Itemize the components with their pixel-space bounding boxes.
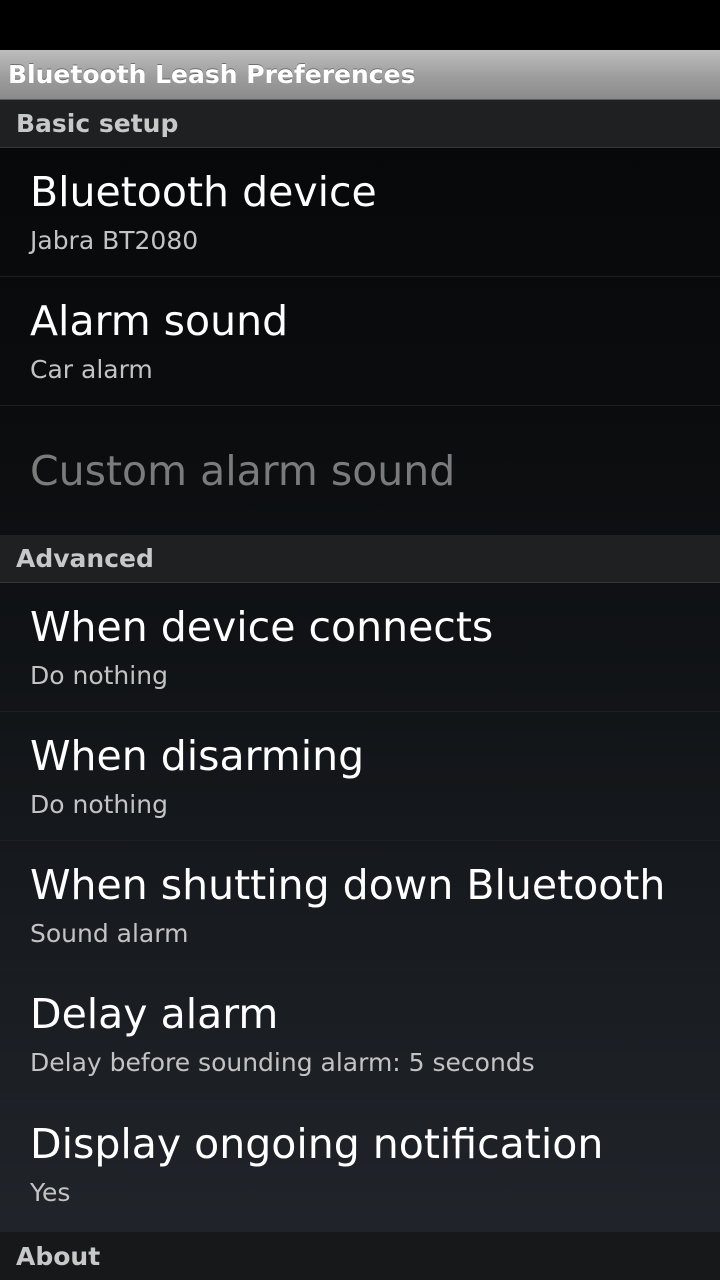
pref-display-ongoing-notification[interactable]: Display ongoing notification Yes bbox=[0, 1099, 720, 1228]
window-title: Bluetooth Leash Preferences bbox=[8, 60, 416, 89]
pref-title: Alarm sound bbox=[30, 297, 289, 345]
pref-alarm-sound[interactable]: Alarm sound Car alarm bbox=[0, 277, 720, 406]
category-basic-setup: Basic setup bbox=[0, 100, 720, 148]
pref-summary: Jabra BT2080 bbox=[30, 226, 199, 255]
pref-when-device-connects[interactable]: When device connects Do nothing bbox=[0, 583, 720, 712]
pref-bluetooth-device[interactable]: Bluetooth device Jabra BT2080 bbox=[0, 148, 720, 277]
category-label: Basic setup bbox=[16, 109, 179, 138]
pref-summary: Do nothing bbox=[30, 661, 168, 690]
status-bar bbox=[0, 0, 720, 50]
preferences-screen: Bluetooth Leash Preferences Basic setup … bbox=[0, 0, 720, 1280]
pref-delay-alarm[interactable]: Delay alarm Delay before sounding alarm:… bbox=[0, 970, 720, 1099]
category-label: Advanced bbox=[16, 544, 154, 573]
pref-title: Bluetooth device bbox=[30, 168, 377, 216]
pref-title: When disarming bbox=[30, 732, 365, 780]
category-about: About bbox=[0, 1232, 720, 1280]
pref-title: Delay alarm bbox=[30, 990, 279, 1038]
category-label: About bbox=[16, 1241, 101, 1271]
pref-title: When shutting down Bluetooth bbox=[30, 861, 666, 909]
pref-summary: Sound alarm bbox=[30, 919, 189, 948]
pref-custom-alarm-sound: Custom alarm sound bbox=[0, 406, 720, 535]
pref-title: When device connects bbox=[30, 603, 494, 651]
pref-title: Custom alarm sound bbox=[30, 446, 456, 495]
category-advanced: Advanced bbox=[0, 535, 720, 583]
title-bar: Bluetooth Leash Preferences bbox=[0, 50, 720, 100]
pref-summary: Yes bbox=[30, 1177, 71, 1207]
pref-summary: Car alarm bbox=[30, 355, 153, 384]
pref-title: Display ongoing notification bbox=[30, 1119, 604, 1168]
pref-summary: Do nothing bbox=[30, 790, 168, 819]
pref-when-shutting-down-bluetooth[interactable]: When shutting down Bluetooth Sound alarm bbox=[0, 841, 720, 970]
pref-when-disarming[interactable]: When disarming Do nothing bbox=[0, 712, 720, 841]
pref-summary: Delay before sounding alarm: 5 seconds bbox=[30, 1048, 535, 1077]
